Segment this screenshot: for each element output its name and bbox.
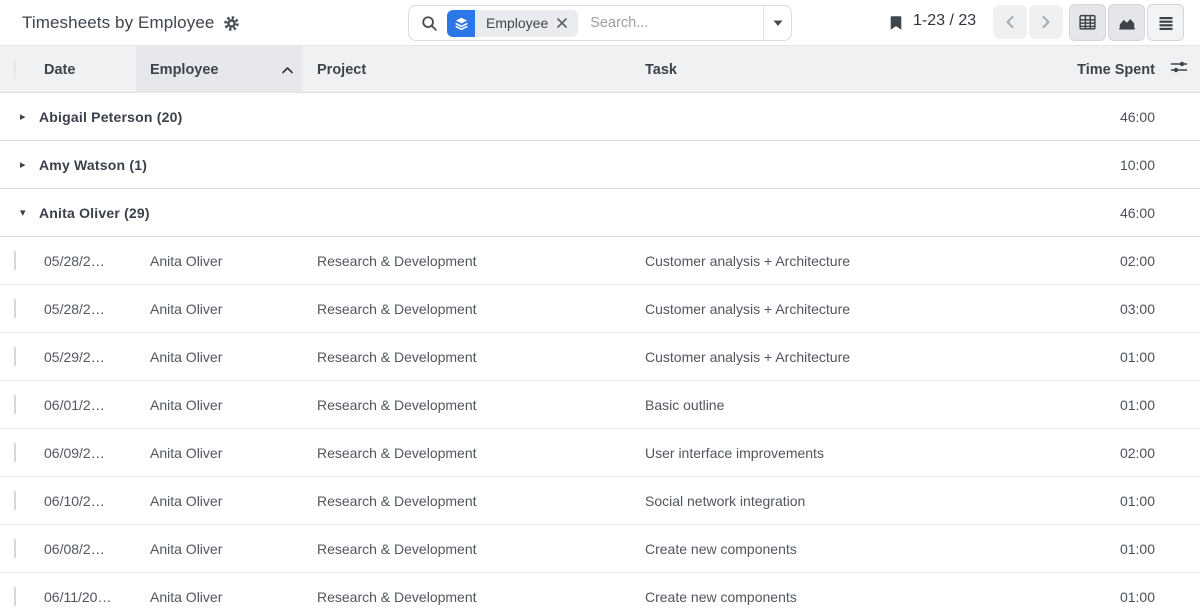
sort-ascending-icon: [281, 63, 294, 79]
cell-time-spent: 02:00: [1020, 253, 1160, 269]
cell-task: Customer analysis + Architecture: [640, 349, 1020, 365]
top-bar: Timesheets by Employee E: [0, 0, 1200, 46]
group-caret-icon: ▸: [20, 110, 30, 123]
cell-date: 05/28/2…: [44, 253, 136, 269]
cell-employee: Anita Oliver: [136, 493, 302, 509]
optional-columns-icon[interactable]: [1170, 59, 1188, 80]
cell-task: Social network integration: [640, 493, 1020, 509]
cell-time-spent: 03:00: [1020, 301, 1160, 317]
pager-next-button[interactable]: [1029, 5, 1063, 39]
row-checkbox[interactable]: [14, 251, 16, 270]
cell-time-spent: 01:00: [1020, 541, 1160, 557]
cell-project: Research & Development: [302, 301, 640, 317]
cell-project: Research & Development: [302, 541, 640, 557]
gear-icon[interactable]: [223, 15, 240, 32]
group-row[interactable]: ▸ Amy Watson (1) 10:00: [0, 141, 1200, 189]
row-checkbox[interactable]: [14, 443, 16, 462]
bookmark-icon[interactable]: [888, 15, 903, 31]
row-checkbox[interactable]: [14, 491, 16, 510]
cell-task: Customer analysis + Architecture: [640, 253, 1020, 269]
table-row[interactable]: 05/29/2… Anita Oliver Research & Develop…: [0, 333, 1200, 381]
cell-time-spent: 01:00: [1020, 589, 1160, 605]
filter-chip-label: Employee: [486, 15, 548, 31]
cell-time-spent: 01:00: [1020, 349, 1160, 365]
cell-time-spent: 01:00: [1020, 493, 1160, 509]
search-input[interactable]: Search...: [590, 15, 763, 31]
cell-date: 06/09/2…: [44, 445, 136, 461]
cell-employee: Anita Oliver: [136, 301, 302, 317]
row-checkbox[interactable]: [14, 299, 16, 318]
search-icon: [421, 15, 438, 32]
table-row[interactable]: 05/28/2… Anita Oliver Research & Develop…: [0, 285, 1200, 333]
table-row[interactable]: 06/11/20… Anita Oliver Research & Develo…: [0, 573, 1200, 616]
cell-project: Research & Development: [302, 493, 640, 509]
cell-date: 06/10/2…: [44, 493, 136, 509]
list-view-button[interactable]: [1147, 4, 1184, 41]
group-name: Abigail Peterson (20): [39, 109, 182, 125]
pager-previous-button[interactable]: [993, 5, 1027, 39]
row-checkbox[interactable]: [14, 347, 16, 366]
cell-date: 05/29/2…: [44, 349, 136, 365]
column-header-task[interactable]: Task: [640, 62, 1020, 78]
table-body: ▸ Abigail Peterson (20) 46:00 ▸ Amy Wats…: [0, 93, 1200, 616]
cell-employee: Anita Oliver: [136, 589, 302, 605]
cell-date: 06/11/20…: [44, 589, 136, 605]
table-row[interactable]: 06/08/2… Anita Oliver Research & Develop…: [0, 525, 1200, 573]
cell-project: Research & Development: [302, 397, 640, 413]
cell-time-spent: 01:00: [1020, 397, 1160, 413]
pager-range: 1-23 / 23: [913, 12, 976, 30]
cell-employee: Anita Oliver: [136, 445, 302, 461]
cell-project: Research & Development: [302, 349, 640, 365]
cell-task: Customer analysis + Architecture: [640, 301, 1020, 317]
cell-project: Research & Development: [302, 253, 640, 269]
column-header-date[interactable]: Date: [44, 62, 136, 78]
cell-task: Basic outline: [640, 397, 1020, 413]
cell-employee: Anita Oliver: [136, 541, 302, 557]
group-row[interactable]: ▾ Anita Oliver (29) 46:00: [0, 189, 1200, 237]
layers-icon: [447, 10, 475, 37]
column-header-project[interactable]: Project: [302, 62, 640, 78]
table-row[interactable]: 06/09/2… Anita Oliver Research & Develop…: [0, 429, 1200, 477]
row-checkbox[interactable]: [14, 587, 16, 606]
cell-task: User interface improvements: [640, 445, 1020, 461]
cell-date: 06/08/2…: [44, 541, 136, 557]
pivot-view-button[interactable]: [1069, 4, 1106, 41]
search-bar[interactable]: Employee Search...: [408, 5, 792, 41]
table-row[interactable]: 05/28/2… Anita Oliver Research & Develop…: [0, 237, 1200, 285]
cell-date: 06/01/2…: [44, 397, 136, 413]
group-total-time: 46:00: [1020, 109, 1160, 125]
group-name: Amy Watson (1): [39, 157, 147, 173]
group-total-time: 10:00: [1020, 157, 1160, 173]
search-dropdown-toggle[interactable]: [764, 19, 791, 27]
table-row[interactable]: 06/01/2… Anita Oliver Research & Develop…: [0, 381, 1200, 429]
row-checkbox[interactable]: [14, 539, 16, 558]
remove-filter-icon[interactable]: [556, 17, 568, 29]
table-row[interactable]: 06/10/2… Anita Oliver Research & Develop…: [0, 477, 1200, 525]
cell-project: Research & Development: [302, 589, 640, 605]
cell-project: Research & Development: [302, 445, 640, 461]
table-header: Date Employee Project Task Time Spent: [0, 46, 1200, 93]
search-filter-chip[interactable]: Employee: [447, 10, 578, 37]
column-header-time-spent[interactable]: Time Spent: [1020, 62, 1160, 78]
cell-task: Create new components: [640, 589, 1020, 605]
cell-time-spent: 02:00: [1020, 445, 1160, 461]
column-header-employee[interactable]: Employee: [136, 46, 302, 93]
page-title: Timesheets by Employee: [22, 13, 214, 33]
cell-date: 05/28/2…: [44, 301, 136, 317]
group-name: Anita Oliver (29): [39, 205, 150, 221]
group-total-time: 46:00: [1020, 205, 1160, 221]
cell-task: Create new components: [640, 541, 1020, 557]
row-checkbox[interactable]: [14, 395, 16, 414]
cell-employee: Anita Oliver: [136, 349, 302, 365]
select-all-checkbox[interactable]: [14, 60, 16, 79]
cell-employee: Anita Oliver: [136, 253, 302, 269]
group-row[interactable]: ▸ Abigail Peterson (20) 46:00: [0, 93, 1200, 141]
group-caret-icon: ▸: [20, 158, 30, 171]
group-caret-icon: ▾: [20, 206, 30, 219]
graph-view-button[interactable]: [1108, 4, 1145, 41]
cell-employee: Anita Oliver: [136, 397, 302, 413]
